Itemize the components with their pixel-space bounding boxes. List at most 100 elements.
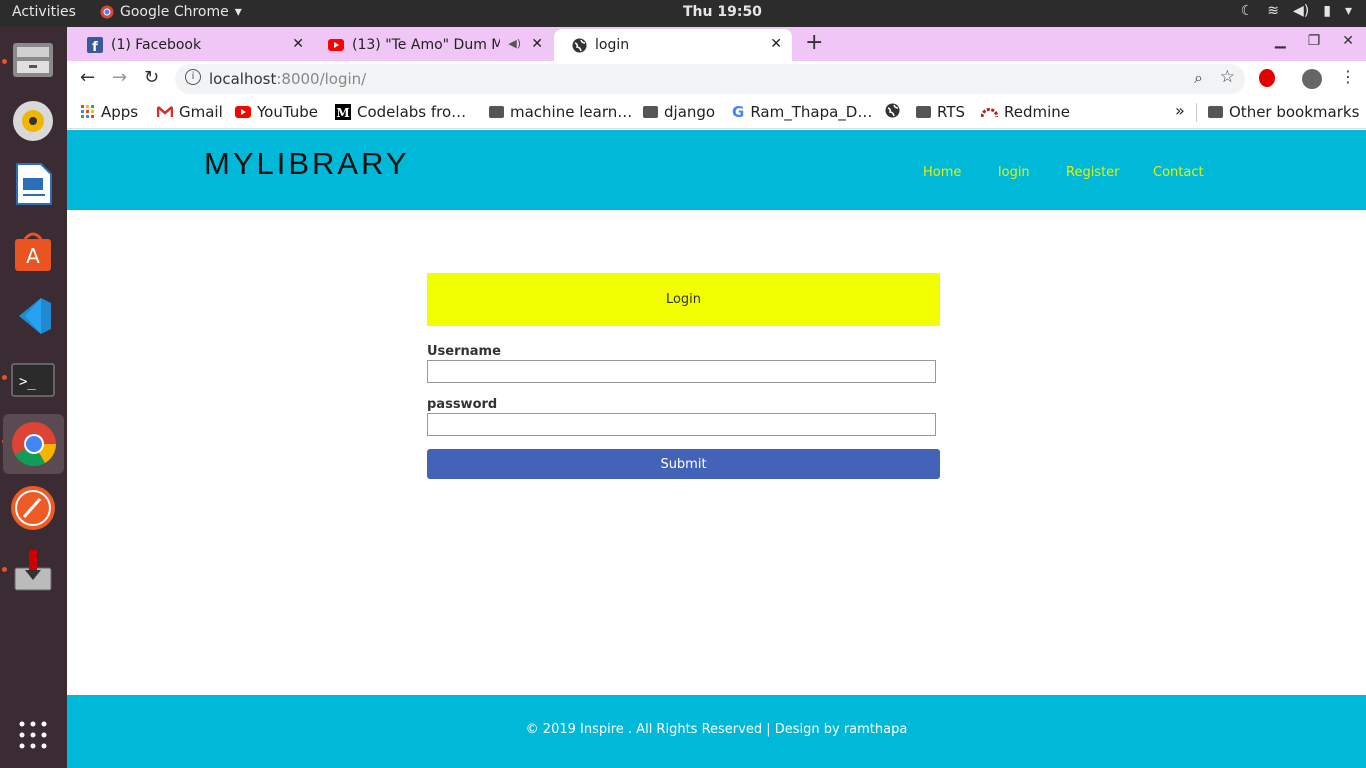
bookmark-ram-thapa[interactable]: G Ram_Thapa_D… xyxy=(732,103,872,121)
dock: A >_ xyxy=(0,27,67,768)
back-icon[interactable]: ← xyxy=(80,67,95,88)
submit-button-label: Submit xyxy=(660,456,707,472)
clock[interactable]: Thu 19:50 xyxy=(683,4,762,20)
footer-text: © 2019 Inspire . All Rights Reserved | D… xyxy=(525,722,908,737)
nav-contact[interactable]: Contact xyxy=(1153,165,1204,180)
web-page: MYLIBRARY Home login Register Contact Lo… xyxy=(67,130,1366,768)
battery-icon: ▮ xyxy=(1323,3,1331,19)
apps-grid-icon xyxy=(81,105,94,118)
bookmark-globe[interactable] xyxy=(885,103,900,118)
svg-text:f: f xyxy=(92,40,98,53)
system-tray[interactable]: ☾ ≋ ◀) ▮ ▾ xyxy=(1241,3,1352,19)
zoom-icon[interactable]: ⌕ xyxy=(1194,68,1203,88)
system-top-bar: Activities Google Chrome ▾ Thu 19:50 ☾ ≋… xyxy=(0,0,1366,27)
browser-toolbar: ← → ↻ i localhost:8000/login/ ⌕ ☆ ⋮ xyxy=(67,61,1366,96)
reload-icon[interactable]: ↻ xyxy=(144,67,159,88)
new-tab-button[interactable]: + xyxy=(805,30,823,55)
submit-button[interactable]: Submit xyxy=(427,449,940,479)
username-label: Username xyxy=(427,344,501,359)
tab-strip: f (1) Facebook ✕ (13) "Te Amo" Dum Ma ◀)… xyxy=(67,27,1366,61)
terminal-icon[interactable]: >_ xyxy=(8,355,58,405)
nav-register[interactable]: Register xyxy=(1066,165,1120,180)
forward-icon[interactable]: → xyxy=(112,67,127,88)
tab-youtube[interactable]: (13) "Te Amo" Dum Ma ◀) ✕ xyxy=(310,29,553,61)
nav-home[interactable]: Home xyxy=(923,165,961,180)
chevron-down-icon: ▾ xyxy=(1344,3,1352,19)
bookmark-codelabs[interactable]: M Codelabs fro… xyxy=(335,103,466,121)
running-indicator xyxy=(2,567,7,572)
tab-title: (1) Facebook xyxy=(111,37,202,53)
restore-icon[interactable]: ❐ xyxy=(1308,33,1321,49)
show-applications-icon[interactable] xyxy=(8,710,58,760)
chevron-down-icon: ▾ xyxy=(234,4,242,20)
files-app-icon[interactable] xyxy=(8,34,58,84)
nav-login[interactable]: login xyxy=(998,165,1030,180)
medium-icon: M xyxy=(335,104,351,120)
globe-icon xyxy=(572,38,587,52)
audio-playing-icon[interactable]: ◀) xyxy=(508,37,521,50)
username-input[interactable] xyxy=(427,360,936,383)
tab-facebook[interactable]: f (1) Facebook ✕ xyxy=(69,29,314,61)
youtube-icon xyxy=(235,106,251,118)
gmail-icon xyxy=(157,106,173,117)
postman-icon[interactable] xyxy=(8,483,58,533)
bookmark-gmail[interactable]: Gmail xyxy=(157,103,223,121)
bookmark-machine-learning[interactable]: machine learn… xyxy=(489,103,632,121)
url-text[interactable]: localhost:8000/login/ xyxy=(209,70,366,88)
app-menu-label: Google Chrome xyxy=(120,4,229,20)
running-indicator xyxy=(2,59,7,64)
close-window-icon[interactable]: ✕ xyxy=(1342,33,1354,49)
profile-avatar[interactable] xyxy=(1302,69,1322,89)
bookmark-django[interactable]: django xyxy=(643,103,715,121)
site-footer: © 2019 Inspire . All Rights Reserved | D… xyxy=(67,695,1366,768)
installer-icon[interactable] xyxy=(8,545,58,595)
software-center-icon[interactable]: A xyxy=(8,226,58,276)
folder-icon xyxy=(643,106,658,118)
tab-login[interactable]: login ✕ xyxy=(554,29,792,61)
svg-text:A: A xyxy=(26,244,40,268)
address-bar[interactable]: i localhost:8000/login/ ⌕ ☆ xyxy=(175,64,1245,94)
site-header: MYLIBRARY Home login Register Contact xyxy=(67,130,1366,210)
google-icon: G xyxy=(732,103,745,121)
wifi-icon: ≋ xyxy=(1267,3,1280,19)
app-menu[interactable]: Google Chrome ▾ xyxy=(100,4,242,20)
bookmark-apps[interactable]: Apps xyxy=(81,103,138,121)
bookmark-star-icon[interactable]: ☆ xyxy=(1220,67,1235,87)
folder-icon xyxy=(916,106,931,118)
close-icon[interactable]: ✕ xyxy=(292,36,304,52)
chrome-menu-icon[interactable]: ⋮ xyxy=(1340,67,1356,86)
bookmark-other[interactable]: Other bookmarks xyxy=(1208,103,1359,121)
bookmarks-divider xyxy=(1196,103,1197,122)
close-icon[interactable]: ✕ xyxy=(770,36,782,52)
facebook-icon: f xyxy=(87,37,103,53)
vscode-icon[interactable] xyxy=(8,291,58,341)
writer-app-icon[interactable] xyxy=(8,159,58,209)
chrome-icon xyxy=(100,5,114,19)
night-light-icon: ☾ xyxy=(1240,3,1254,19)
globe-icon xyxy=(885,103,900,118)
folder-icon xyxy=(1208,106,1223,118)
rhythmbox-icon[interactable] xyxy=(8,96,58,146)
password-label: password xyxy=(427,397,498,412)
site-logo[interactable]: MYLIBRARY xyxy=(204,146,410,182)
password-input[interactable] xyxy=(427,413,936,436)
window-controls: ▁ ❐ ✕ xyxy=(1275,33,1354,49)
bookmark-youtube[interactable]: YouTube xyxy=(235,103,318,121)
more-bookmarks-icon[interactable]: » xyxy=(1175,101,1185,120)
site-info-icon[interactable]: i xyxy=(185,69,201,85)
bookmarks-bar: Apps Gmail YouTube M Codelabs fro… machi… xyxy=(67,96,1366,129)
chrome-app-icon[interactable] xyxy=(3,414,64,474)
close-icon[interactable]: ✕ xyxy=(531,36,543,52)
svg-text:M: M xyxy=(336,106,349,120)
youtube-icon xyxy=(328,39,344,51)
bookmark-rts[interactable]: RTS xyxy=(916,103,965,121)
volume-icon: ◀) xyxy=(1293,3,1310,19)
opera-extension-icon[interactable] xyxy=(1259,69,1275,87)
activities-button[interactable]: Activities xyxy=(12,4,76,20)
bookmark-redmine[interactable]: Redmine xyxy=(981,103,1070,121)
folder-icon xyxy=(489,106,504,118)
redmine-icon xyxy=(981,108,998,118)
login-heading-box: Login xyxy=(427,273,940,326)
minimize-icon[interactable]: ▁ xyxy=(1275,33,1286,49)
login-heading: Login xyxy=(665,292,702,307)
